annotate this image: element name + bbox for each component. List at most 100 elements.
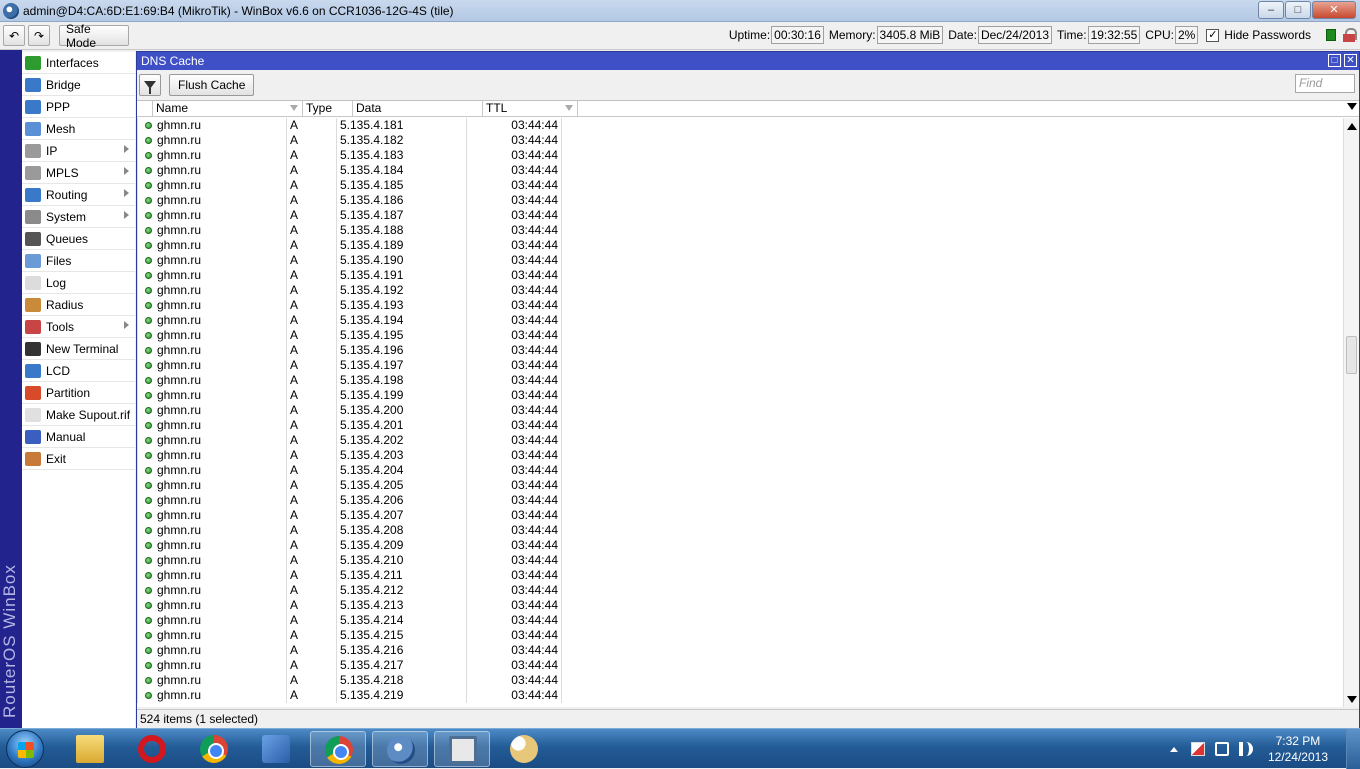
table-row[interactable]: ghmn.ru A 5.135.4.181 03:44:44 xyxy=(137,118,1343,133)
cell-name-text: ghmn.ru xyxy=(157,433,202,447)
sidebar-item-exit[interactable]: Exit xyxy=(22,448,135,470)
undo-button[interactable]: ↶ xyxy=(3,25,25,46)
scroll-up-icon[interactable] xyxy=(1347,123,1357,130)
redo-button[interactable]: ↷ xyxy=(28,25,50,46)
taskbar-app-winbox[interactable] xyxy=(372,731,428,767)
flush-cache-button[interactable]: Flush Cache xyxy=(169,73,255,96)
table-row[interactable]: ghmn.ru A 5.135.4.184 03:44:44 xyxy=(137,163,1343,178)
header-name[interactable]: Name xyxy=(153,101,303,117)
table-row[interactable]: ghmn.ru A 5.135.4.189 03:44:44 xyxy=(137,238,1343,253)
sidebar-item-ip[interactable]: IP xyxy=(22,140,135,162)
sidebar-item-label: Queues xyxy=(46,231,89,246)
header-data[interactable]: Data xyxy=(353,101,483,117)
table-row[interactable]: ghmn.ru A 5.135.4.192 03:44:44 xyxy=(137,283,1343,298)
sidebar-item-files[interactable]: Files xyxy=(22,250,135,272)
table-row[interactable]: ghmn.ru A 5.135.4.190 03:44:44 xyxy=(137,253,1343,268)
taskbar-app-file-explorer[interactable] xyxy=(62,731,118,767)
cell-name-text: ghmn.ru xyxy=(157,658,202,672)
taskbar-app-chrome[interactable] xyxy=(310,731,366,767)
table-row[interactable]: ghmn.ru A 5.135.4.204 03:44:44 xyxy=(137,463,1343,478)
table-row[interactable]: ghmn.ru A 5.135.4.219 03:44:44 xyxy=(137,688,1343,703)
show-hidden-icons-icon[interactable] xyxy=(1169,746,1178,752)
header-type[interactable]: Type xyxy=(303,101,353,117)
table-row[interactable]: ghmn.ru A 5.135.4.203 03:44:44 xyxy=(137,448,1343,463)
maximize-button[interactable]: □ xyxy=(1285,1,1311,19)
table-row[interactable]: ghmn.ru A 5.135.4.218 03:44:44 xyxy=(137,673,1343,688)
sidebar-item-make-supout-rif[interactable]: Make Supout.rif xyxy=(22,404,135,426)
show-desktop-button[interactable] xyxy=(1346,729,1360,769)
minimize-button[interactable]: – xyxy=(1258,1,1284,19)
table-row[interactable]: ghmn.ru A 5.135.4.191 03:44:44 xyxy=(137,268,1343,283)
network-icon[interactable] xyxy=(1214,742,1229,756)
cell-data: 5.135.4.207 xyxy=(337,508,467,523)
hide-passwords-checkbox[interactable]: ✓ xyxy=(1206,28,1220,42)
table-row[interactable]: ghmn.ru A 5.135.4.188 03:44:44 xyxy=(137,223,1343,238)
table-row[interactable]: ghmn.ru A 5.135.4.205 03:44:44 xyxy=(137,478,1343,493)
table-row[interactable]: ghmn.ru A 5.135.4.199 03:44:44 xyxy=(137,388,1343,403)
table-row[interactable]: ghmn.ru A 5.135.4.186 03:44:44 xyxy=(137,193,1343,208)
table-row[interactable]: ghmn.ru A 5.135.4.185 03:44:44 xyxy=(137,178,1343,193)
table-row[interactable]: ghmn.ru A 5.135.4.183 03:44:44 xyxy=(137,148,1343,163)
sidebar-item-bridge[interactable]: Bridge xyxy=(22,74,135,96)
table-row[interactable]: ghmn.ru A 5.135.4.207 03:44:44 xyxy=(137,508,1343,523)
volume-icon[interactable] xyxy=(1238,742,1253,756)
sidebar-item-system[interactable]: System xyxy=(22,206,135,228)
taskbar-clock[interactable]: 7:32 PM 12/24/2013 xyxy=(1268,733,1328,765)
table-row[interactable]: ghmn.ru A 5.135.4.202 03:44:44 xyxy=(137,433,1343,448)
table-row[interactable]: ghmn.ru A 5.135.4.214 03:44:44 xyxy=(137,613,1343,628)
table-row[interactable]: ghmn.ru A 5.135.4.216 03:44:44 xyxy=(137,643,1343,658)
table-row[interactable]: ghmn.ru A 5.135.4.193 03:44:44 xyxy=(137,298,1343,313)
sidebar-item-mpls[interactable]: MPLS xyxy=(22,162,135,184)
start-button[interactable] xyxy=(6,730,44,768)
table-row[interactable]: ghmn.ru A 5.135.4.182 03:44:44 xyxy=(137,133,1343,148)
table-row[interactable]: ghmn.ru A 5.135.4.206 03:44:44 xyxy=(137,493,1343,508)
table-row[interactable]: ghmn.ru A 5.135.4.211 03:44:44 xyxy=(137,568,1343,583)
scroll-thumb[interactable] xyxy=(1346,336,1357,374)
sidebar-item-interfaces[interactable]: Interfaces xyxy=(22,52,135,74)
sidebar-item-routing[interactable]: Routing xyxy=(22,184,135,206)
sidebar-item-log[interactable]: Log xyxy=(22,272,135,294)
safe-mode-button[interactable]: Safe Mode xyxy=(59,22,129,50)
table-row[interactable]: ghmn.ru A 5.135.4.208 03:44:44 xyxy=(137,523,1343,538)
sidebar-item-partition[interactable]: Partition xyxy=(22,382,135,404)
filter-button[interactable] xyxy=(139,73,161,96)
scroll-down-icon[interactable] xyxy=(1347,696,1357,703)
table-row[interactable]: ghmn.ru A 5.135.4.213 03:44:44 xyxy=(137,598,1343,613)
dns-close-button[interactable]: ✕ xyxy=(1344,54,1357,67)
table-row[interactable]: ghmn.ru A 5.135.4.215 03:44:44 xyxy=(137,628,1343,643)
table-row[interactable]: ghmn.ru A 5.135.4.201 03:44:44 xyxy=(137,418,1343,433)
column-menu-dropdown-icon[interactable] xyxy=(1347,103,1357,110)
table-row[interactable]: ghmn.ru A 5.135.4.187 03:44:44 xyxy=(137,208,1343,223)
taskbar-app-paint[interactable] xyxy=(496,731,552,767)
table-row[interactable]: ghmn.ru A 5.135.4.209 03:44:44 xyxy=(137,538,1343,553)
header-ttl[interactable]: TTL xyxy=(483,101,578,117)
sidebar-item-tools[interactable]: Tools xyxy=(22,316,135,338)
table-row[interactable]: ghmn.ru A 5.135.4.198 03:44:44 xyxy=(137,373,1343,388)
sidebar-item-manual[interactable]: Manual xyxy=(22,426,135,448)
vertical-scrollbar[interactable] xyxy=(1343,118,1359,707)
taskbar-app-chrome[interactable] xyxy=(186,731,242,767)
taskbar-app-opera[interactable] xyxy=(124,731,180,767)
table-row[interactable]: ghmn.ru A 5.135.4.217 03:44:44 xyxy=(137,658,1343,673)
table-row[interactable]: ghmn.ru A 5.135.4.195 03:44:44 xyxy=(137,328,1343,343)
sidebar-item-ppp[interactable]: PPP xyxy=(22,96,135,118)
table-row[interactable]: ghmn.ru A 5.135.4.212 03:44:44 xyxy=(137,583,1343,598)
table-row[interactable]: ghmn.ru A 5.135.4.200 03:44:44 xyxy=(137,403,1343,418)
sidebar-item-mesh[interactable]: Mesh xyxy=(22,118,135,140)
action-center-flag-icon[interactable] xyxy=(1190,742,1205,756)
table-row[interactable]: ghmn.ru A 5.135.4.210 03:44:44 xyxy=(137,553,1343,568)
date-label: Date: xyxy=(948,28,977,42)
table-row[interactable]: ghmn.ru A 5.135.4.196 03:44:44 xyxy=(137,343,1343,358)
sidebar-item-radius[interactable]: Radius xyxy=(22,294,135,316)
find-input[interactable]: Find xyxy=(1295,74,1355,93)
taskbar-app-monitor[interactable] xyxy=(434,731,490,767)
sidebar-item-queues[interactable]: Queues xyxy=(22,228,135,250)
sidebar-item-lcd[interactable]: LCD xyxy=(22,360,135,382)
table-row[interactable]: ghmn.ru A 5.135.4.194 03:44:44 xyxy=(137,313,1343,328)
taskbar-app-network-tool[interactable] xyxy=(248,731,304,767)
sidebar-item-new-terminal[interactable]: New Terminal xyxy=(22,338,135,360)
close-button[interactable]: ✕ xyxy=(1312,1,1356,19)
dns-maximize-button[interactable]: □ xyxy=(1328,54,1341,67)
table-row[interactable]: ghmn.ru A 5.135.4.197 03:44:44 xyxy=(137,358,1343,373)
record-status-icon xyxy=(145,572,152,579)
